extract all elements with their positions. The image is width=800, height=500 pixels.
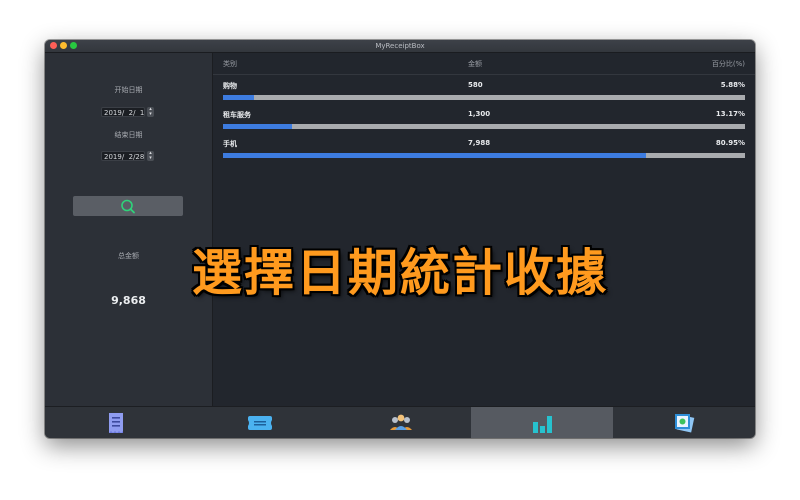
table-row[interactable]: 租车服务 1,300 13.17% xyxy=(213,104,755,133)
title-bar[interactable]: MyReceiptBox xyxy=(45,40,755,53)
row-amount: 1,300 xyxy=(468,110,491,118)
row-progress-fill xyxy=(223,153,646,158)
table-row[interactable]: 手机 7,988 80.95% xyxy=(213,133,755,162)
tab-receipts[interactable] xyxy=(45,407,187,438)
search-icon xyxy=(121,199,135,214)
row-amount: 580 xyxy=(468,81,483,89)
start-date-stepper[interactable]: ▴ ▾ xyxy=(147,107,154,117)
row-category: 购物 xyxy=(223,82,237,90)
search-button[interactable] xyxy=(73,196,183,216)
table-row[interactable]: 购物 580 5.88% xyxy=(213,75,755,104)
row-progress-track xyxy=(223,95,745,100)
people-icon xyxy=(390,414,412,430)
table-header: 类别 金额 百分比(%) xyxy=(213,53,755,75)
tab-statistics[interactable] xyxy=(471,407,613,438)
row-progress-fill xyxy=(223,95,254,100)
tab-tickets[interactable] xyxy=(187,407,329,438)
photo-icon xyxy=(675,414,695,433)
row-progress-fill xyxy=(223,124,292,129)
total-amount-value: 9,868 xyxy=(111,294,146,307)
tab-photos[interactable] xyxy=(613,407,755,438)
row-percent: 5.88% xyxy=(720,81,745,89)
row-percent: 80.95% xyxy=(715,139,745,147)
app-window: MyReceiptBox 开始日期 2019/ 2/ 1 ▴ ▾ 结束日期 201… xyxy=(45,40,755,438)
header-category[interactable]: 类别 xyxy=(223,59,237,69)
row-percent: 13.17% xyxy=(715,110,745,118)
tab-bar xyxy=(45,406,755,438)
start-date-label: 开始日期 xyxy=(114,86,143,94)
total-amount-label: 总金额 xyxy=(118,252,139,260)
header-amount[interactable]: 金额 xyxy=(468,59,482,69)
window-title: MyReceiptBox xyxy=(375,42,425,50)
row-amount: 7,988 xyxy=(468,139,491,147)
receipt-icon xyxy=(109,413,123,433)
start-date-field[interactable]: 2019/ 2/ 1 xyxy=(101,107,145,117)
sidebar: 开始日期 2019/ 2/ 1 ▴ ▾ 结束日期 2019/ 2/28 ▴ ▾ 总金… xyxy=(45,53,213,406)
end-date-stepper[interactable]: ▴ ▾ xyxy=(147,151,154,161)
bar-chart-icon xyxy=(533,416,552,433)
end-date-field[interactable]: 2019/ 2/28 xyxy=(101,151,145,161)
ticket-icon xyxy=(248,416,272,430)
statistics-table: 类别 金额 百分比(%) 购物 580 5.88% 租车服务 1,300 13.… xyxy=(213,53,755,406)
end-date-label: 结束日期 xyxy=(114,131,143,139)
row-progress-track xyxy=(223,153,745,158)
header-percent[interactable]: 百分比(%) xyxy=(712,59,745,69)
tab-people[interactable] xyxy=(329,407,471,438)
row-category: 租车服务 xyxy=(223,111,251,119)
row-progress-track xyxy=(223,124,745,129)
row-category: 手机 xyxy=(223,140,237,148)
